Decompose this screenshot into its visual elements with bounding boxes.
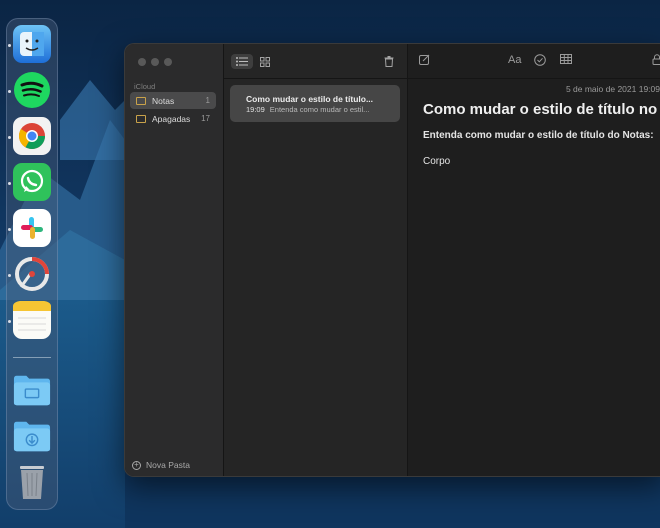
folders-sidebar: iCloud Notas 1 Apagadas 17 + Nova Pasta xyxy=(125,44,224,476)
note-editor: Aa 5 de maio de 2021 19:09 Como mudar o … xyxy=(408,44,660,476)
downloads-icon[interactable] xyxy=(13,417,51,455)
notes-icon[interactable] xyxy=(13,301,51,339)
list-icon xyxy=(236,57,248,66)
recorder-icon[interactable] xyxy=(13,255,51,293)
notes-list-toolbar xyxy=(224,44,407,79)
folder-icon[interactable] xyxy=(13,371,51,409)
folder-apagadas[interactable]: Apagadas 17 xyxy=(130,110,216,127)
finder-icon[interactable] xyxy=(13,25,51,63)
running-indicator xyxy=(8,44,11,47)
plus-circle-icon: + xyxy=(132,460,141,470)
trash-icon xyxy=(384,56,394,67)
whatsapp-icon[interactable] xyxy=(13,163,51,201)
gallery-view-button[interactable] xyxy=(254,54,276,69)
zoom-window-button[interactable] xyxy=(164,58,172,66)
new-folder-label: Nova Pasta xyxy=(146,460,190,470)
compose-icon xyxy=(419,54,430,65)
folder-icon xyxy=(136,114,146,123)
folder-count: 1 xyxy=(205,96,210,105)
notes-window: iCloud Notas 1 Apagadas 17 + Nova Pasta xyxy=(124,43,660,477)
checklist-icon xyxy=(534,54,546,66)
running-indicator xyxy=(8,182,11,185)
folder-label: Apagadas xyxy=(152,113,191,124)
running-indicator xyxy=(8,320,11,323)
notes-list-pane: Como mudar o estilo de título... 19:09 En… xyxy=(224,44,408,476)
lock-icon xyxy=(652,54,660,65)
table-button[interactable] xyxy=(560,54,572,67)
running-indicator xyxy=(8,274,11,277)
note-subtitle: 19:09 Entenda como mudar o estil... xyxy=(246,105,369,114)
new-folder-button[interactable]: + Nova Pasta xyxy=(132,460,190,470)
dock xyxy=(6,18,58,510)
note-date: 5 de maio de 2021 19:09 xyxy=(565,84,660,94)
slack-icon[interactable] xyxy=(13,209,51,247)
compose-button[interactable] xyxy=(419,54,430,68)
list-view-button[interactable] xyxy=(231,54,253,69)
lock-button[interactable] xyxy=(652,54,660,68)
close-window-button[interactable] xyxy=(138,58,146,66)
note-title: Como mudar o estilo de título... xyxy=(246,94,374,104)
table-icon xyxy=(560,54,572,64)
folder-notas[interactable]: Notas 1 xyxy=(130,92,216,109)
trash-icon[interactable] xyxy=(13,463,51,501)
running-indicator xyxy=(8,228,11,231)
format-button[interactable]: Aa xyxy=(508,54,521,66)
folder-count: 17 xyxy=(201,114,210,123)
note-editor-heading[interactable]: Entenda como mudar o estilo de título do… xyxy=(423,130,654,141)
note-time: 19:09 xyxy=(246,105,265,114)
icloud-section-label: iCloud xyxy=(134,82,156,91)
running-indicator xyxy=(8,136,11,139)
chrome-icon[interactable] xyxy=(13,117,51,155)
note-preview: Entenda como mudar o estil... xyxy=(269,105,370,114)
note-editor-body[interactable]: Corpo xyxy=(423,156,450,167)
spotify-icon[interactable] xyxy=(13,71,51,109)
dock-separator xyxy=(13,357,51,358)
note-list-item[interactable]: Como mudar o estilo de título... 19:09 En… xyxy=(230,85,400,122)
grid-icon xyxy=(260,56,270,67)
note-editor-title[interactable]: Como mudar o estilo de título no c xyxy=(423,101,660,118)
editor-toolbar: Aa xyxy=(408,44,660,79)
checklist-button[interactable] xyxy=(534,54,546,69)
minimize-window-button[interactable] xyxy=(151,58,159,66)
folder-icon xyxy=(136,96,146,105)
running-indicator xyxy=(8,90,11,93)
delete-note-button[interactable] xyxy=(378,54,400,69)
folder-label: Notas xyxy=(152,95,175,106)
